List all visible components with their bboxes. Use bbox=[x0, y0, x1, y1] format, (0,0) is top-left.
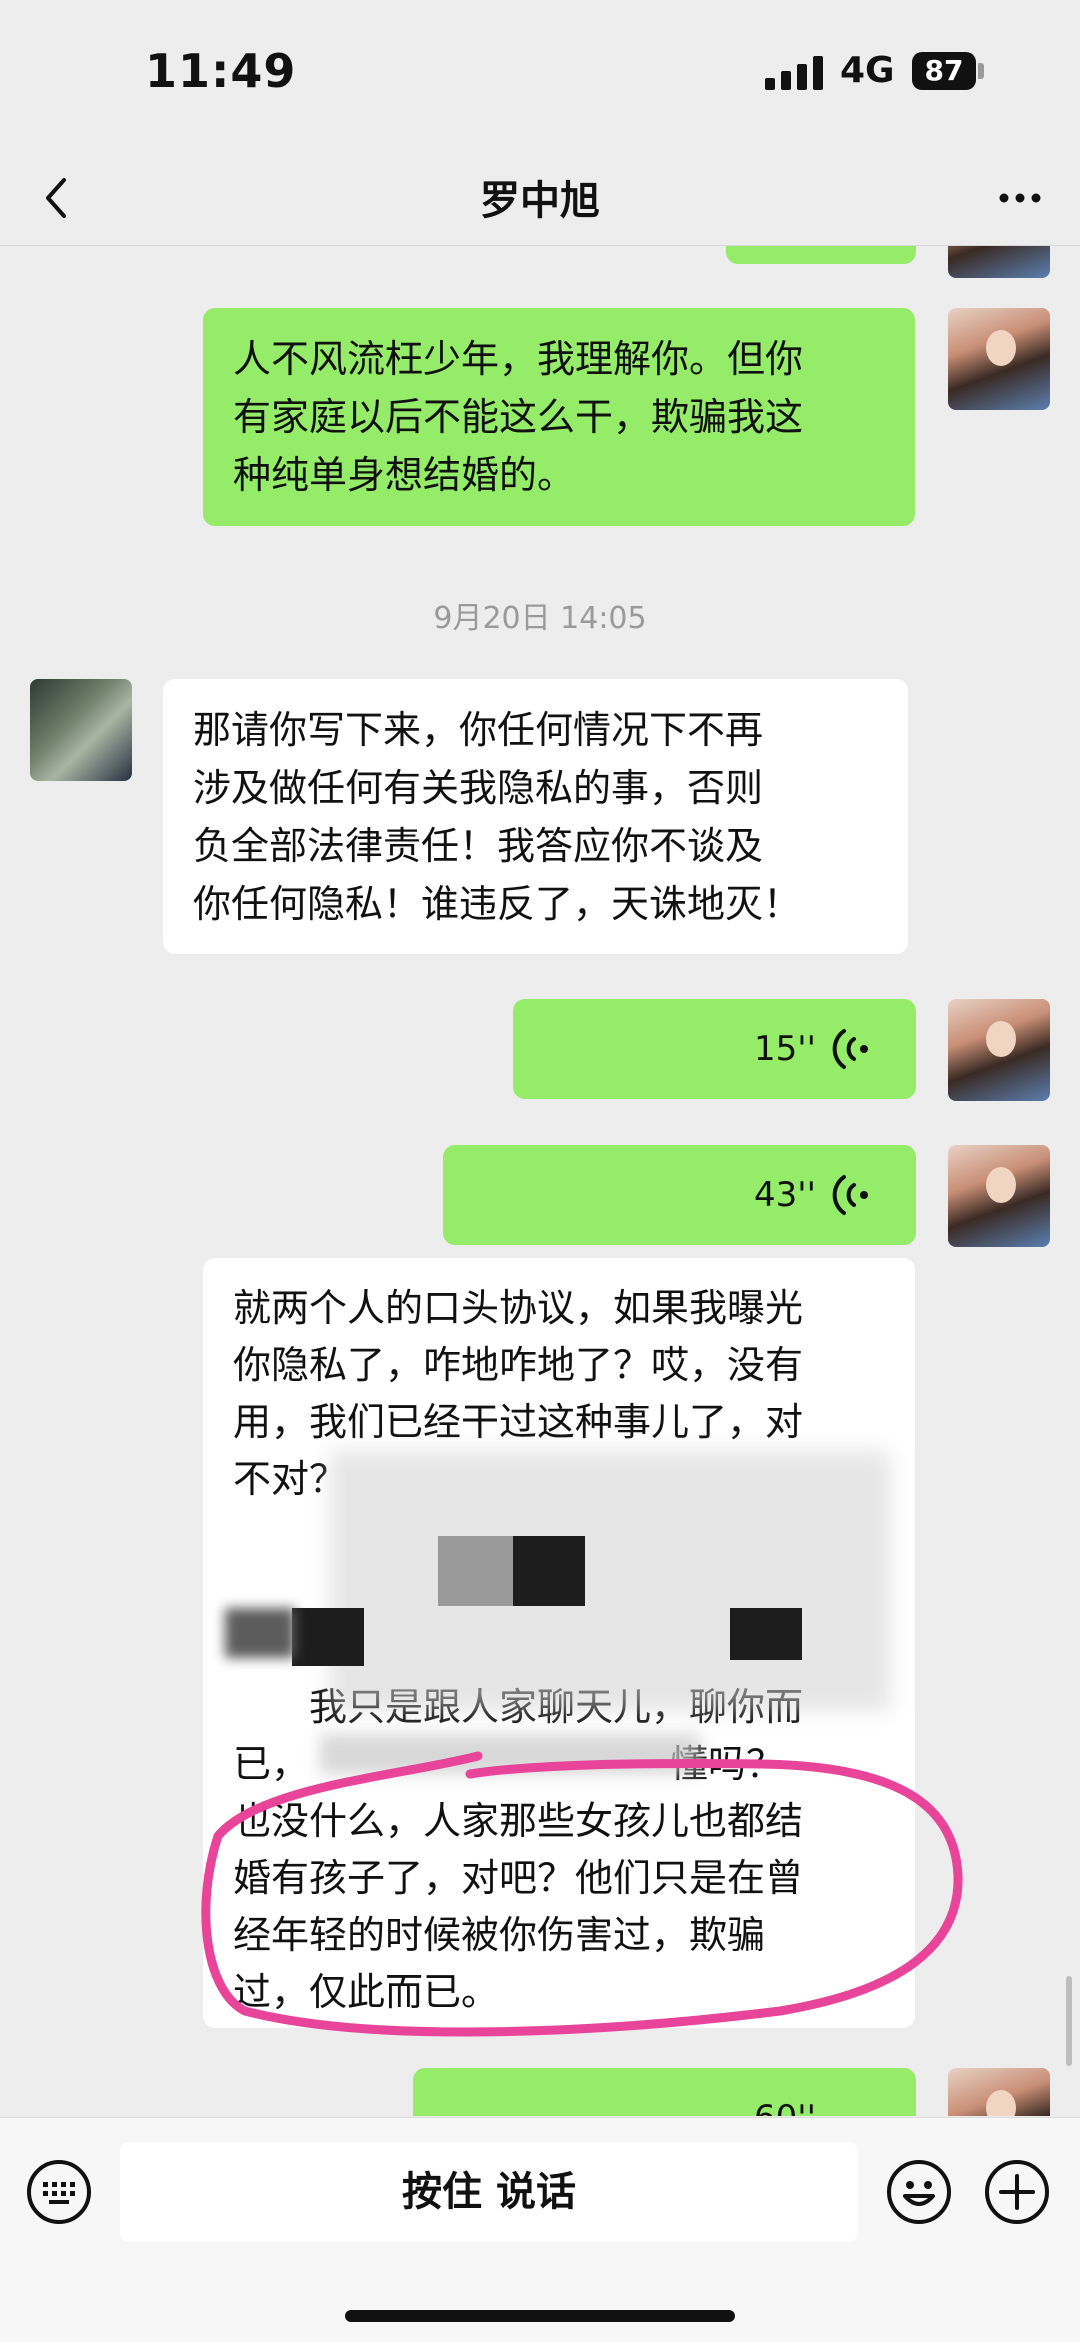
network-type: 4G bbox=[840, 50, 895, 91]
battery-cap bbox=[978, 63, 984, 79]
voice-duration: 15'' bbox=[754, 1029, 816, 1069]
message-line: 婚有孩子了，对吧？他们只是在曾 bbox=[233, 1856, 804, 1900]
message-line: 就两个人的口头协议，如果我曝光 bbox=[233, 1286, 804, 1330]
avatar-me[interactable] bbox=[948, 1145, 1050, 1247]
home-indicator[interactable] bbox=[345, 2310, 735, 2322]
redaction-blur bbox=[225, 1608, 295, 1658]
avatar-me[interactable] bbox=[948, 246, 1050, 278]
message-line: 种纯单身想结婚的。 bbox=[233, 453, 576, 497]
voice-message-bubble[interactable]: 15'' bbox=[513, 999, 916, 1099]
message-line: 过，仅此而已。 bbox=[233, 1970, 500, 2014]
more-options-icon[interactable] bbox=[990, 168, 1050, 228]
redaction-block bbox=[292, 1608, 364, 1666]
redaction-block bbox=[513, 1536, 585, 1606]
hold-to-talk-button[interactable]: 按住 说话 bbox=[120, 2142, 858, 2242]
message-bubble-sent[interactable]: 人不风流枉少年，我理解你。但你 有家庭以后不能这么干，欺骗我这 种纯单身想结婚的… bbox=[203, 308, 915, 526]
message-line: 负全部法律责任！我答应你不谈及 bbox=[193, 824, 764, 868]
avatar-me[interactable] bbox=[948, 308, 1050, 410]
status-time: 11:49 bbox=[145, 44, 297, 98]
chat-title: 罗中旭 bbox=[480, 178, 600, 224]
message-line: 人不风流枉少年，我理解你。但你 bbox=[233, 337, 804, 381]
battery-icon: 87 bbox=[912, 52, 976, 90]
timestamp: 9月20日 14:05 bbox=[433, 601, 647, 636]
redaction-block bbox=[438, 1536, 513, 1606]
redaction-block bbox=[730, 1608, 802, 1660]
avatar-me[interactable] bbox=[948, 2068, 1050, 2116]
chat-header: 罗中旭 bbox=[0, 150, 1080, 246]
avatar-me[interactable] bbox=[948, 999, 1050, 1101]
message-line: 涉及做任何有关我隐私的事，否则 bbox=[193, 766, 764, 810]
message-line: 你任何隐私！谁违反了，天诛地灭！ bbox=[193, 882, 802, 926]
redaction-blur bbox=[320, 1734, 700, 1774]
avatar-contact[interactable] bbox=[30, 679, 132, 781]
message-line: 那请你写下来，你任何情况下不再 bbox=[193, 708, 764, 752]
voice-message-bubble[interactable]: 43'' bbox=[443, 1145, 916, 1245]
signal-icon bbox=[765, 56, 827, 90]
status-bar: 11:49 4G 87 bbox=[0, 0, 1080, 150]
voice-duration: 60'' bbox=[754, 2098, 816, 2116]
message-line: 你隐私了，咋地咋地了？哎，没有 bbox=[233, 1343, 804, 1387]
voice-duration: 43'' bbox=[754, 1175, 816, 1215]
message-list[interactable]: 人不风流枉少年，我理解你。但你 有家庭以后不能这么干，欺骗我这 种纯单身想结婚的… bbox=[0, 246, 1080, 2116]
message-line: 也没什么，人家那些女孩儿也都结 bbox=[233, 1799, 804, 1843]
message-line: 有家庭以后不能这么干，欺骗我这 bbox=[233, 395, 804, 439]
message-bubble-partial[interactable] bbox=[726, 246, 916, 264]
keyboard-icon[interactable] bbox=[25, 2158, 93, 2226]
redaction-blur bbox=[330, 1451, 890, 1711]
voice-wave-icon bbox=[832, 1029, 868, 1069]
emoji-icon[interactable] bbox=[885, 2158, 953, 2226]
scrollbar[interactable] bbox=[1066, 1976, 1072, 2066]
voice-wave-icon bbox=[832, 1175, 868, 1215]
input-bar: 按住 说话 bbox=[0, 2117, 1080, 2342]
message-bubble-received[interactable]: 那请你写下来，你任何情况下不再 涉及做任何有关我隐私的事，否则 负全部法律责任！… bbox=[163, 679, 908, 954]
message-line: 用，我们已经干过这种事儿了，对 bbox=[233, 1400, 804, 1444]
plus-icon[interactable] bbox=[983, 2158, 1051, 2226]
voice-message-bubble[interactable]: 60'' bbox=[413, 2068, 916, 2116]
message-line: 经年轻的时候被你伤害过，欺骗 bbox=[233, 1913, 766, 1957]
